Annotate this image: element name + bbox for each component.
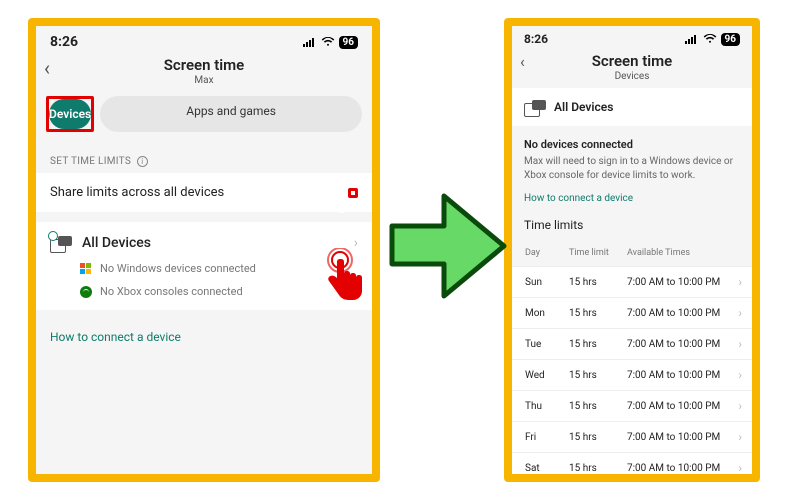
status-bar: 8:26 96 bbox=[36, 26, 372, 52]
cell-available: 7:00 AM to 10:00 PM bbox=[627, 308, 738, 319]
status-time: 8:26 bbox=[524, 32, 548, 46]
chevron-right-icon: › bbox=[738, 306, 742, 320]
highlight-toggle bbox=[348, 188, 358, 198]
all-devices-header: All Devices bbox=[524, 98, 740, 116]
phone-screen-1: 8:26 96 ‹ Screen time Max Devices Apps a… bbox=[28, 18, 380, 482]
table-row[interactable]: Fri15 hrs7:00 AM to 10:00 PM› bbox=[512, 421, 752, 452]
signal-icon bbox=[685, 34, 699, 44]
info-icon[interactable]: i bbox=[137, 156, 148, 167]
signal-icon bbox=[303, 37, 317, 47]
page-header: ‹ Screen time Devices bbox=[512, 48, 752, 88]
no-windows-row: No Windows devices connected bbox=[80, 262, 358, 275]
section-label-text: SET TIME LIMITS bbox=[50, 156, 131, 167]
cell-limit: 15 hrs bbox=[569, 401, 627, 412]
page-title: Screen time bbox=[512, 52, 752, 70]
cell-day: Tue bbox=[525, 339, 569, 350]
page-header: ‹ Screen time Max bbox=[36, 52, 372, 92]
table-row[interactable]: Thu15 hrs7:00 AM to 10:00 PM› bbox=[512, 390, 752, 421]
chevron-right-icon: › bbox=[738, 368, 742, 382]
col-available: Available Times bbox=[627, 248, 730, 258]
all-devices-row: All Devices › No Windows devices connect… bbox=[36, 222, 372, 310]
cell-day: Fri bbox=[525, 432, 569, 443]
table-row[interactable]: Sun15 hrs7:00 AM to 10:00 PM› bbox=[512, 266, 752, 297]
xbox-icon bbox=[80, 286, 92, 298]
share-limits-label: Share limits across all devices bbox=[50, 185, 224, 200]
col-limit: Time limit bbox=[569, 248, 627, 258]
all-devices-link[interactable]: All Devices › bbox=[50, 234, 358, 252]
battery-badge: 96 bbox=[721, 33, 740, 46]
cell-limit: 15 hrs bbox=[569, 463, 627, 474]
tab-apps-games[interactable]: Apps and games bbox=[100, 96, 362, 132]
cell-limit: 15 hrs bbox=[569, 432, 627, 443]
cell-available: 7:00 AM to 10:00 PM bbox=[627, 401, 738, 412]
chevron-right-icon: › bbox=[738, 275, 742, 289]
cell-available: 7:00 AM to 10:00 PM bbox=[627, 370, 738, 381]
battery-badge: 96 bbox=[339, 36, 358, 49]
cell-available: 7:00 AM to 10:00 PM bbox=[627, 463, 738, 474]
table-row[interactable]: Wed15 hrs7:00 AM to 10:00 PM› bbox=[512, 359, 752, 390]
section-label-time-limits: SET TIME LIMITS i bbox=[36, 142, 372, 173]
cell-available: 7:00 AM to 10:00 PM bbox=[627, 277, 738, 288]
cell-available: 7:00 AM to 10:00 PM bbox=[627, 339, 738, 350]
windows-icon bbox=[80, 263, 92, 275]
devices-icon bbox=[50, 234, 72, 252]
share-limits-row: Share limits across all devices bbox=[36, 173, 372, 212]
devices-icon bbox=[524, 98, 546, 116]
cell-limit: 15 hrs bbox=[569, 308, 627, 319]
arrow-annotation bbox=[388, 186, 508, 304]
wifi-icon bbox=[703, 34, 717, 44]
tab-devices[interactable]: Devices bbox=[49, 99, 91, 129]
chevron-right-icon: › bbox=[738, 430, 742, 444]
howto-connect-link[interactable]: How to connect a device bbox=[36, 310, 372, 364]
time-limits-title: Time limits bbox=[524, 218, 740, 232]
cell-limit: 15 hrs bbox=[569, 370, 627, 381]
wifi-icon bbox=[321, 37, 335, 47]
page-subtitle: Max bbox=[36, 75, 372, 86]
cell-day: Sat bbox=[525, 463, 569, 474]
status-right: 96 bbox=[303, 36, 358, 49]
phone-screen-2: 8:26 96 ‹ Screen time Devices All Device… bbox=[504, 18, 760, 482]
page-title: Screen time bbox=[36, 56, 372, 74]
status-time: 8:26 bbox=[50, 34, 78, 50]
all-devices-section: All Devices bbox=[512, 88, 752, 126]
cell-day: Thu bbox=[525, 401, 569, 412]
cell-limit: 15 hrs bbox=[569, 339, 627, 350]
all-devices-label: All Devices bbox=[82, 235, 344, 251]
chevron-right-icon: › bbox=[738, 337, 742, 351]
status-right: 96 bbox=[685, 33, 740, 46]
cell-available: 7:00 AM to 10:00 PM bbox=[627, 432, 738, 443]
chevron-right-icon: › bbox=[738, 461, 742, 475]
chevron-right-icon: › bbox=[738, 399, 742, 413]
table-row[interactable]: Mon15 hrs7:00 AM to 10:00 PM› bbox=[512, 297, 752, 328]
no-windows-text: No Windows devices connected bbox=[100, 262, 256, 275]
highlight-devices-tab: Devices bbox=[46, 96, 94, 132]
no-devices-body: Max will need to sign in to a Windows de… bbox=[524, 155, 740, 183]
no-xbox-text: No Xbox consoles connected bbox=[100, 285, 243, 298]
time-limits-table: Day Time limit Available Times Sun15 hrs… bbox=[512, 240, 752, 482]
all-devices-label: All Devices bbox=[554, 100, 613, 114]
table-row[interactable]: Tue15 hrs7:00 AM to 10:00 PM› bbox=[512, 328, 752, 359]
back-button[interactable]: ‹ bbox=[520, 54, 525, 70]
cell-limit: 15 hrs bbox=[569, 277, 627, 288]
cell-day: Mon bbox=[525, 308, 569, 319]
table-header: Day Time limit Available Times bbox=[512, 240, 752, 266]
col-day: Day bbox=[525, 248, 569, 258]
chevron-right-icon: › bbox=[354, 235, 358, 251]
back-button[interactable]: ‹ bbox=[44, 58, 50, 78]
no-xbox-row: No Xbox consoles connected bbox=[80, 285, 358, 298]
no-devices-title: No devices connected bbox=[524, 138, 740, 151]
cell-day: Sun bbox=[525, 277, 569, 288]
status-bar: 8:26 96 bbox=[512, 26, 752, 48]
cell-day: Wed bbox=[525, 370, 569, 381]
tabs: Devices Apps and games bbox=[36, 92, 372, 142]
page-subtitle: Devices bbox=[512, 71, 752, 82]
table-row[interactable]: Sat15 hrs7:00 AM to 10:00 PM› bbox=[512, 452, 752, 482]
howto-connect-link[interactable]: How to connect a device bbox=[524, 193, 740, 204]
